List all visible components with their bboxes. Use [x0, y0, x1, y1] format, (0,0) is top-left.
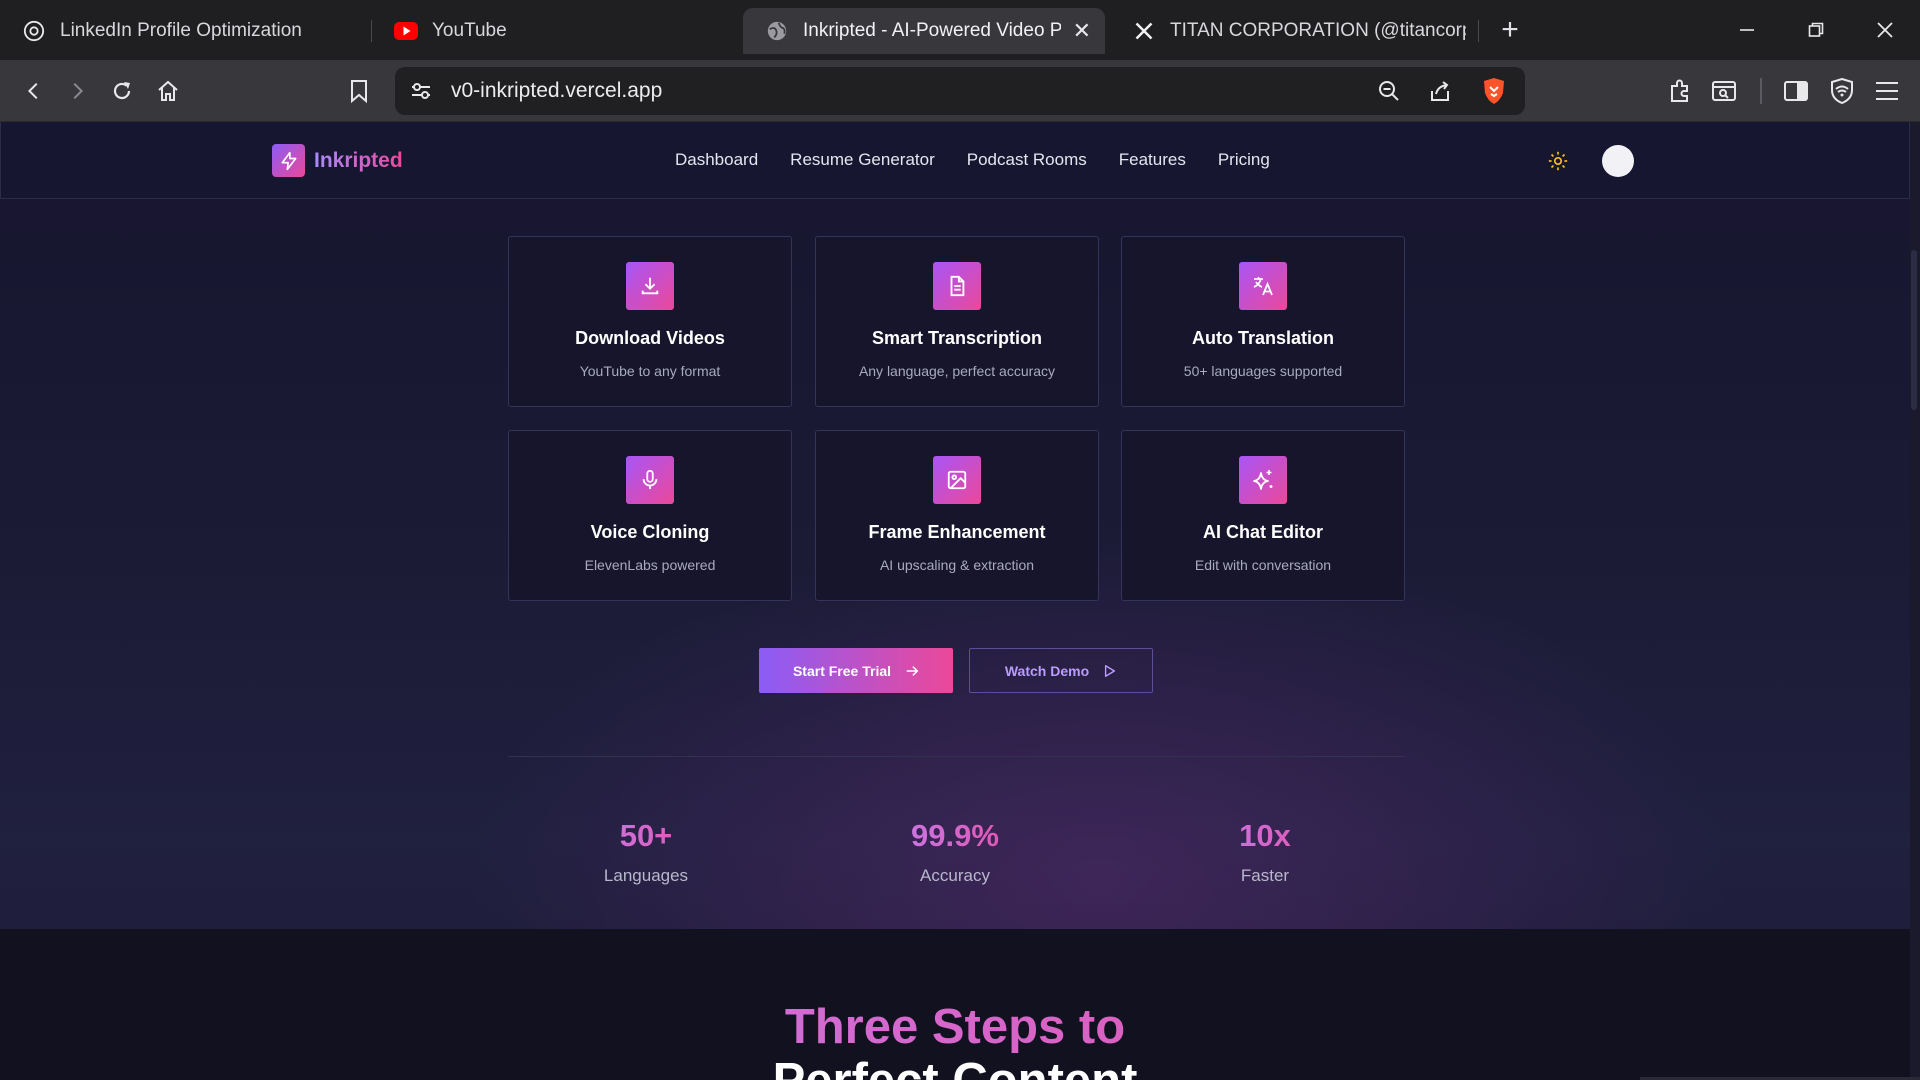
zoom-icon[interactable] — [1377, 79, 1401, 108]
stat-value: 50+ — [546, 818, 746, 854]
openai-icon — [22, 19, 46, 43]
browser-toolbar: v0-inkripted.vercel.app — [0, 60, 1920, 122]
button-label: Start Free Trial — [792, 662, 892, 679]
address-bar[interactable]: v0-inkripted.vercel.app — [395, 67, 1525, 115]
play-icon — [1103, 664, 1117, 678]
nav-link-podcast-rooms[interactable]: Podcast Rooms — [967, 150, 1087, 170]
feature-subtitle: AI upscaling & extraction — [879, 557, 1035, 573]
nav-link-features[interactable]: Features — [1119, 150, 1186, 170]
feature-card-ai-chat-editor[interactable]: AI Chat Editor Edit with conversation — [1121, 430, 1405, 601]
sparkles-icon — [1239, 456, 1287, 504]
stat-label: Accuracy — [920, 866, 990, 885]
arrow-right-icon — [905, 664, 919, 678]
sidebar-toggle-icon[interactable] — [1780, 75, 1812, 107]
back-icon[interactable] — [18, 75, 50, 107]
tab-label: YouTube — [432, 20, 507, 41]
tab-separator — [1478, 20, 1479, 42]
feature-subtitle: 50+ languages supported — [1183, 363, 1343, 379]
stat-label: Faster — [1240, 866, 1290, 885]
start-free-trial-button[interactable]: Start Free Trial — [759, 648, 953, 693]
steps-heading-line2: Perfect Content — [0, 1054, 1910, 1080]
download-icon — [626, 262, 674, 310]
close-tab-icon[interactable]: ✕ — [1073, 18, 1091, 44]
tab-search-icon[interactable] — [1708, 75, 1740, 107]
microphone-icon — [626, 456, 674, 504]
feature-subtitle: Any language, perfect accuracy — [858, 363, 1056, 379]
document-icon — [933, 262, 981, 310]
feature-title: Smart Transcription — [871, 328, 1043, 348]
nav-link-dashboard[interactable]: Dashboard — [675, 150, 758, 170]
url-text: v0-inkripted.vercel.app — [451, 79, 663, 102]
toolbar-divider — [1760, 78, 1762, 104]
x-icon — [1132, 19, 1156, 43]
feature-title: Auto Translation — [1191, 328, 1334, 348]
feature-title: Download Videos — [575, 328, 725, 348]
stat-value: 99.9% — [855, 818, 1055, 854]
feature-title: AI Chat Editor — [1203, 522, 1323, 542]
menu-icon[interactable] — [1871, 75, 1903, 107]
button-label: Watch Demo — [1004, 662, 1090, 679]
feature-subtitle: YouTube to any format — [579, 363, 721, 379]
feature-title: Frame Enhancement — [868, 522, 1046, 542]
sun-icon[interactable] — [1547, 150, 1569, 172]
stat-value: 10x — [1165, 818, 1365, 854]
tab-linkedin-profile[interactable]: LinkedIn Profile Optimization — [0, 8, 370, 54]
restore-icon[interactable] — [1793, 10, 1839, 50]
reload-icon[interactable] — [106, 75, 138, 107]
feature-card-download-videos[interactable]: Download Videos YouTube to any format — [508, 236, 792, 407]
feature-card-voice-cloning[interactable]: Voice Cloning ElevenLabs powered — [508, 430, 792, 601]
globe-icon — [765, 19, 789, 43]
new-tab-button[interactable]: + — [1492, 12, 1528, 48]
steps-heading-line1: Three Steps to — [0, 1000, 1910, 1054]
tab-label: LinkedIn Profile Optimization — [60, 20, 302, 41]
browser-tab-bar: LinkedIn Profile Optimization YouTube In… — [0, 0, 1920, 60]
stat-label: Languages — [603, 866, 689, 885]
tab-label: TITAN CORPORATION (@titancorpng — [1170, 20, 1466, 41]
nav-links: Dashboard Resume Generator Podcast Rooms… — [675, 150, 1302, 170]
steps-heading: Three Steps to Perfect Content — [0, 1000, 1910, 1080]
forward-icon[interactable] — [61, 75, 93, 107]
home-icon[interactable] — [152, 75, 184, 107]
extensions-icon[interactable] — [1664, 75, 1696, 107]
share-icon[interactable] — [1428, 79, 1452, 108]
feature-card-frame-enhancement[interactable]: Frame Enhancement AI upscaling & extract… — [815, 430, 1099, 601]
tab-youtube[interactable]: YouTube — [372, 8, 737, 54]
site-navbar: Inkripted Dashboard Resume Generator Pod… — [0, 122, 1910, 199]
site-settings-icon[interactable] — [409, 79, 433, 108]
tab-titan-corporation[interactable]: TITAN CORPORATION (@titancorpng — [1110, 8, 1480, 54]
web-page: Inkripted Dashboard Resume Generator Pod… — [0, 122, 1920, 1080]
tab-inkripted[interactable]: Inkripted - AI-Powered Video Pro ✕ — [743, 8, 1105, 54]
feature-card-auto-translation[interactable]: Auto Translation 50+ languages supported — [1121, 236, 1405, 407]
brand-logo[interactable]: Inkripted — [272, 144, 403, 177]
stat-languages: 50+ Languages — [546, 818, 746, 886]
vpn-shield-icon[interactable] — [1826, 75, 1858, 107]
close-window-icon[interactable] — [1862, 10, 1908, 50]
translate-icon — [1239, 262, 1287, 310]
feature-title: Voice Cloning — [590, 522, 710, 542]
scrollbar-thumb[interactable] — [1911, 250, 1917, 410]
nav-link-pricing[interactable]: Pricing — [1218, 150, 1270, 170]
lightning-icon — [272, 144, 305, 177]
brave-shield-icon[interactable] — [1481, 77, 1507, 110]
feature-subtitle: Edit with conversation — [1194, 557, 1332, 573]
stat-accuracy: 99.9% Accuracy — [855, 818, 1055, 886]
minimize-icon[interactable] — [1724, 10, 1770, 50]
nav-link-resume-generator[interactable]: Resume Generator — [790, 150, 935, 170]
bookmark-icon[interactable] — [343, 75, 375, 107]
section-divider — [508, 756, 1404, 757]
stat-faster: 10x Faster — [1165, 818, 1365, 886]
brand-name: Inkripted — [314, 148, 403, 172]
avatar[interactable] — [1602, 145, 1634, 177]
youtube-icon — [394, 19, 418, 43]
feature-subtitle: ElevenLabs powered — [584, 557, 716, 573]
feature-card-smart-transcription[interactable]: Smart Transcription Any language, perfec… — [815, 236, 1099, 407]
tab-label: Inkripted - AI-Powered Video Pro — [803, 20, 1061, 41]
image-icon — [933, 456, 981, 504]
watch-demo-button[interactable]: Watch Demo — [969, 648, 1153, 693]
